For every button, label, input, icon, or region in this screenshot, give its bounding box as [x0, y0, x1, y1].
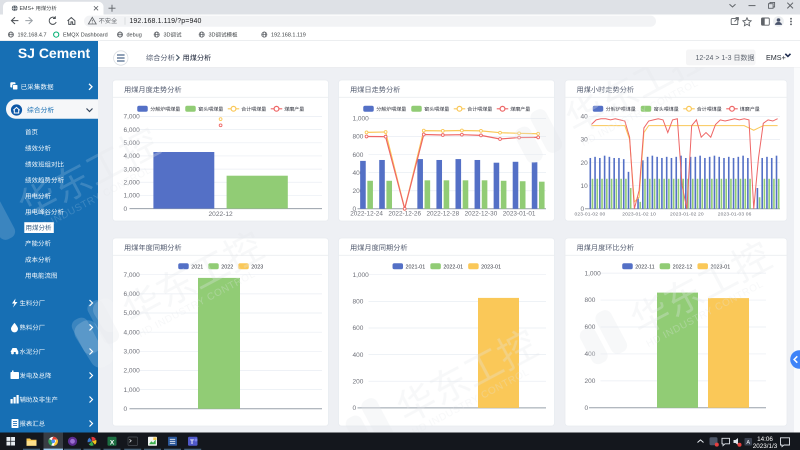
svg-text:400: 400 — [353, 352, 364, 359]
svg-text:2023/1/3: 2023/1/3 — [753, 443, 778, 450]
svg-text:200: 200 — [585, 378, 596, 385]
svg-text:EMQX Dashboard: EMQX Dashboard — [63, 33, 108, 39]
svg-text:192.168.1.119/?p=940: 192.168.1.119/?p=940 — [129, 18, 201, 25]
svg-text:20: 20 — [581, 160, 589, 167]
svg-text:1,000: 1,000 — [124, 387, 141, 394]
svg-text:3D: 3D — [209, 33, 216, 39]
svg-text:0: 0 — [124, 406, 128, 413]
svg-text:2023-01-01: 2023-01-01 — [503, 210, 536, 217]
svg-text:12-24 > 1-3: 12-24 > 1-3 — [696, 55, 732, 62]
svg-text:600: 600 — [353, 152, 364, 159]
svg-text:2023-01-02 20: 2023-01-02 20 — [670, 211, 704, 217]
svg-text:3,000: 3,000 — [124, 349, 141, 356]
svg-text:2022-12-24: 2022-12-24 — [350, 210, 383, 217]
svg-text:800: 800 — [353, 299, 364, 306]
svg-text:2021-01: 2021-01 — [406, 264, 426, 270]
svg-text:debug: debug — [127, 33, 142, 39]
svg-text:2022-12-30: 2022-12-30 — [465, 210, 498, 217]
svg-text:2022: 2022 — [221, 264, 233, 270]
svg-text:EMS+: EMS+ — [766, 53, 786, 62]
svg-text:1,000: 1,000 — [124, 193, 141, 200]
svg-text:192.168.4.7: 192.168.4.7 — [18, 33, 47, 39]
svg-text:2023-01: 2023-01 — [481, 264, 501, 270]
svg-text:2022-12: 2022-12 — [208, 211, 233, 218]
svg-text:2023-01-03 06: 2023-01-03 06 — [718, 211, 752, 217]
svg-text:2022-12: 2022-12 — [673, 264, 693, 270]
svg-text:200: 200 — [353, 378, 364, 385]
svg-text:800: 800 — [353, 134, 364, 141]
svg-text:2022-12-28: 2022-12-28 — [426, 210, 459, 217]
svg-text:0: 0 — [585, 405, 589, 412]
svg-text:1,000: 1,000 — [585, 270, 602, 277]
svg-text:800: 800 — [585, 297, 596, 304]
svg-text:2022-01: 2022-01 — [443, 264, 463, 270]
svg-text:1,000: 1,000 — [353, 116, 370, 123]
svg-text:2022-12-26: 2022-12-26 — [388, 210, 421, 217]
svg-text:2022-11: 2022-11 — [635, 264, 654, 270]
svg-text:A: A — [746, 440, 750, 446]
svg-text:1,000: 1,000 — [353, 272, 370, 279]
svg-text:0: 0 — [124, 206, 128, 213]
svg-text:EMS+: EMS+ — [20, 6, 35, 12]
svg-text:3D: 3D — [164, 33, 171, 39]
svg-text:600: 600 — [353, 325, 364, 332]
svg-text:SJ Cement: SJ Cement — [18, 45, 91, 61]
svg-text:10: 10 — [581, 183, 589, 190]
svg-text:192.168.1.119: 192.168.1.119 — [271, 33, 306, 39]
svg-text:2023: 2023 — [251, 264, 263, 270]
svg-text:T: T — [190, 439, 194, 446]
svg-text:0: 0 — [353, 405, 357, 412]
svg-text:14:06: 14:06 — [757, 436, 773, 443]
svg-text:7,000: 7,000 — [124, 272, 141, 279]
svg-text:2,000: 2,000 — [124, 368, 141, 375]
svg-text:2023-01-02 10: 2023-01-02 10 — [622, 211, 656, 217]
svg-text:7,000: 7,000 — [124, 114, 141, 121]
svg-text:X: X — [110, 439, 115, 446]
svg-text:023-01-02 00: 023-01-02 00 — [575, 211, 606, 217]
